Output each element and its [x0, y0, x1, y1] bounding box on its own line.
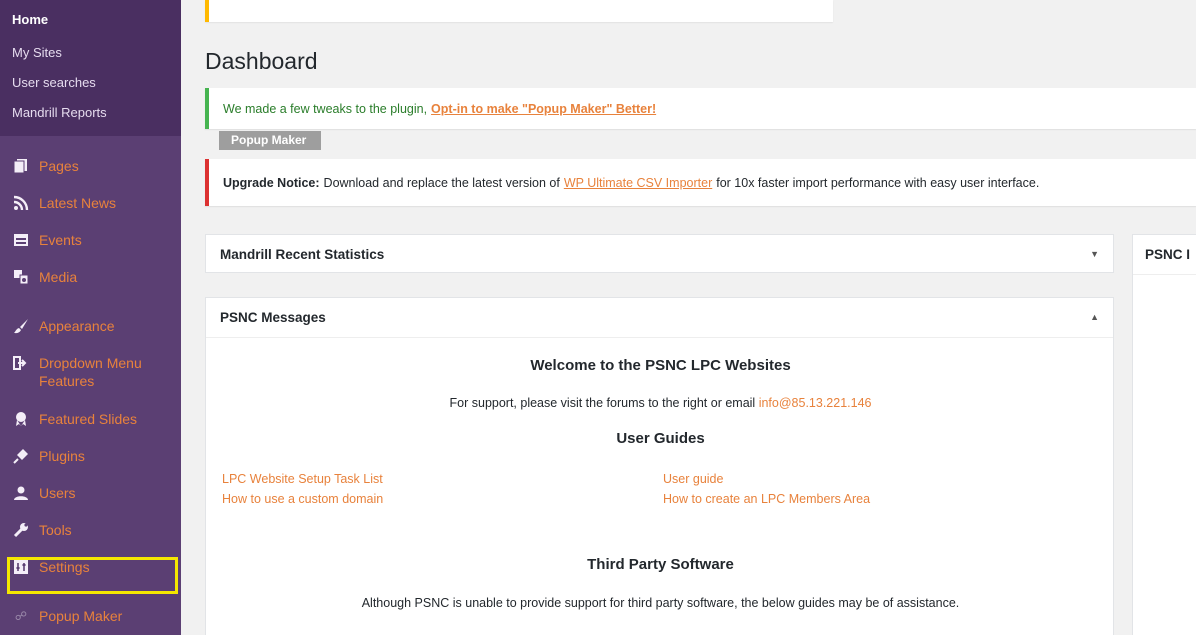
submenu-user-searches[interactable]: User searches	[0, 68, 181, 98]
custom-domain-link[interactable]: How to use a custom domain	[222, 492, 383, 506]
calendar-icon	[12, 231, 30, 249]
menu-item-appearance[interactable]: Appearance	[0, 308, 181, 345]
popup-maker-tag: Popup Maker	[219, 131, 321, 150]
award-icon	[12, 410, 30, 428]
admin-sidebar: Home My Sites User searches Mandrill Rep…	[0, 0, 181, 635]
upgrade-notice-text-2: for 10x faster import performance with e…	[716, 175, 1040, 190]
menu-item-tools[interactable]: Tools	[0, 512, 181, 549]
upgrade-notice: Upgrade Notice: Download and replace the…	[205, 159, 1196, 206]
page-title: Dashboard	[205, 48, 318, 74]
popup-maker-notice: We made a few tweaks to the plugin, Opt-…	[205, 88, 1196, 129]
menu-item-pages[interactable]: Pages	[0, 148, 181, 185]
menu-item-featured-slides[interactable]: Featured Slides	[0, 401, 181, 438]
submenu-mandrill-reports[interactable]: Mandrill Reports	[0, 98, 181, 128]
setup-task-list-link[interactable]: LPC Website Setup Task List	[222, 472, 383, 486]
upgrade-notice-text: Download and replace the latest version …	[323, 175, 560, 190]
user-guide-link[interactable]: User guide	[663, 472, 723, 486]
top-notice	[205, 0, 833, 22]
exit-arrow-icon	[12, 354, 30, 372]
notice-text: We made a few tweaks to the plugin,	[223, 101, 428, 116]
support-email-link[interactable]: info@85.13.221.146	[759, 396, 872, 410]
settings-highlight-box	[7, 557, 178, 594]
psnc-messages-title: PSNC Messages	[220, 310, 326, 325]
third-party-text: Although PSNC is unable to provide suppo…	[361, 596, 960, 610]
menu-item-plugins[interactable]: Plugins	[0, 438, 181, 475]
menu-item-users[interactable]: Users	[0, 475, 181, 512]
caret-up-icon[interactable]: ▲	[1090, 312, 1099, 322]
popup-icon: ☍	[14, 609, 28, 623]
pages-icon	[12, 157, 30, 175]
menu-item-events[interactable]: Events	[0, 222, 181, 259]
menu-item-media[interactable]: Media	[0, 259, 181, 296]
caret-down-icon[interactable]: ▼	[1090, 249, 1099, 259]
user-guides-heading: User Guides	[616, 430, 705, 447]
dashboard-submenu: Home My Sites User searches Mandrill Rep…	[0, 0, 181, 136]
menu-item-dropdown-menu-features[interactable]: Dropdown Menu Features	[0, 345, 181, 401]
csv-importer-link[interactable]: WP Ultimate CSV Importer	[564, 176, 712, 190]
psnc-side-title: PSNC I	[1145, 247, 1191, 262]
menu-item-latest-news[interactable]: Latest News	[0, 185, 181, 222]
members-area-link[interactable]: How to create an LPC Members Area	[663, 492, 870, 506]
upgrade-notice-label: Upgrade Notice:	[223, 175, 320, 190]
opt-in-link[interactable]: Opt-in to make "Popup Maker" Better!	[431, 102, 656, 116]
third-party-heading: Third Party Software	[587, 556, 734, 573]
psnc-side-box: PSNC I	[1132, 234, 1196, 635]
menu-item-popup-maker[interactable]: ☍ Popup Maker	[0, 598, 181, 635]
rss-icon	[12, 194, 30, 212]
mandrill-stats-title: Mandrill Recent Statistics	[220, 247, 385, 262]
user-icon	[12, 484, 30, 502]
wrench-icon	[12, 521, 30, 539]
support-text: For support, please visit the forums to …	[449, 396, 872, 410]
submenu-home[interactable]: Home	[0, 12, 181, 38]
media-icon	[12, 268, 30, 286]
mandrill-stats-box: Mandrill Recent Statistics ▼	[205, 234, 1114, 273]
welcome-heading: Welcome to the PSNC LPC Websites	[530, 357, 791, 374]
psnc-messages-header[interactable]: PSNC Messages ▲	[206, 298, 1113, 338]
psnc-side-header[interactable]: PSNC I	[1133, 235, 1196, 275]
submenu-my-sites[interactable]: My Sites	[0, 38, 181, 68]
paintbrush-icon	[12, 317, 30, 335]
mandrill-stats-header[interactable]: Mandrill Recent Statistics ▼	[206, 235, 1113, 274]
plug-icon	[12, 447, 30, 465]
psnc-messages-box: PSNC Messages ▲ Welcome to the PSNC LPC …	[205, 297, 1114, 635]
